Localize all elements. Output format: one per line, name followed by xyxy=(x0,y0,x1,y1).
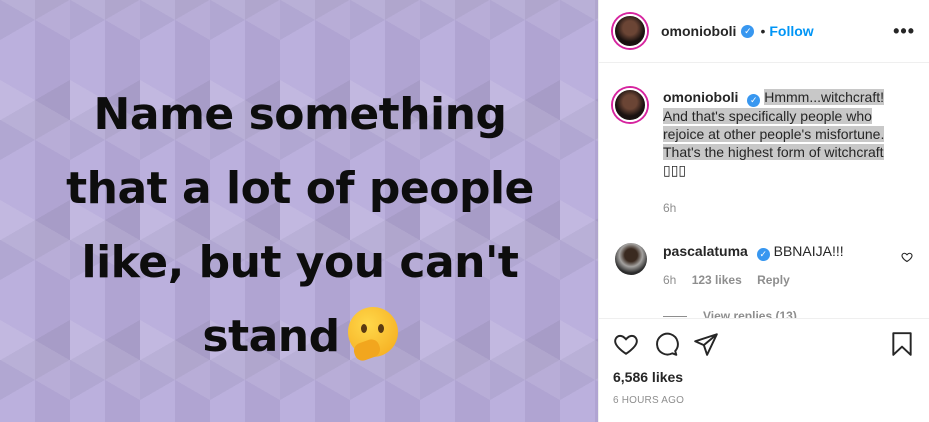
comment-time[interactable]: 6h xyxy=(663,273,676,287)
post-header: omonioboli ✓ • Follow ••• xyxy=(599,0,929,63)
more-options-icon[interactable]: ••• xyxy=(893,21,915,42)
caption-username[interactable]: omonioboli xyxy=(663,89,738,105)
image-text-line: Name something xyxy=(93,89,507,140)
reply-button[interactable]: Reply xyxy=(757,273,790,287)
comment-meta: 6h 123 likes Reply xyxy=(663,273,901,287)
post-timestamp[interactable]: 6 HOURS AGO xyxy=(613,395,915,406)
post-image[interactable]: Name something that a lot of people like… xyxy=(0,0,598,422)
header-username[interactable]: omonioboli xyxy=(661,23,736,39)
comment-like-heart-icon[interactable] xyxy=(901,251,913,263)
comment-icon[interactable] xyxy=(653,331,679,357)
caption: omonioboli ✓ Hmmm...witchcraft! And that… xyxy=(613,88,915,217)
image-text-line: that a lot of people xyxy=(66,163,534,214)
post-image-text: Name something that a lot of people like… xyxy=(20,78,580,374)
view-replies-button[interactable]: View replies (13) xyxy=(663,309,915,318)
like-heart-icon[interactable] xyxy=(613,331,639,357)
verified-icon: ✓ xyxy=(756,248,770,261)
avatar[interactable] xyxy=(613,88,647,122)
bookmark-icon[interactable] xyxy=(889,331,915,357)
replies-divider xyxy=(663,315,687,317)
image-text-line: stand xyxy=(20,300,580,374)
comment-item: pascalatuma ✓ BBNAIJA!!! 6h 123 likes Re… xyxy=(613,243,915,287)
caption-emoji: ▯▯▯ xyxy=(663,162,687,178)
comments-section[interactable]: omonioboli ✓ Hmmm...witchcraft! And that… xyxy=(599,63,929,318)
comment-body: pascalatuma ✓ BBNAIJA!!! 6h 123 likes Re… xyxy=(663,243,901,287)
action-icons xyxy=(613,329,915,359)
caption-body: omonioboli ✓ Hmmm...witchcraft! And that… xyxy=(663,88,893,217)
avatar[interactable] xyxy=(615,243,647,275)
share-icon[interactable] xyxy=(693,331,719,357)
post-side-panel: omonioboli ✓ • Follow ••• omonioboli ✓ H… xyxy=(598,0,929,422)
comment-username[interactable]: pascalatuma xyxy=(663,243,748,259)
post-actions: 6,586 likes 6 HOURS AGO xyxy=(599,318,929,406)
separator-dot: • xyxy=(760,23,766,39)
image-text-line: like, but you can't xyxy=(81,237,519,288)
likes-count[interactable]: 6,586 likes xyxy=(613,369,915,385)
comment-text: BBNAIJA!!! xyxy=(773,243,844,259)
verified-icon: ✓ xyxy=(747,94,761,107)
avatar[interactable] xyxy=(613,14,647,48)
verified-icon: ✓ xyxy=(741,24,755,38)
caption-time[interactable]: 6h xyxy=(663,199,893,217)
follow-button[interactable]: Follow xyxy=(769,23,813,39)
thinking-face-emoji-icon xyxy=(347,307,398,357)
comment-likes[interactable]: 123 likes xyxy=(692,273,742,287)
view-replies-label: View replies (13) xyxy=(703,309,797,318)
